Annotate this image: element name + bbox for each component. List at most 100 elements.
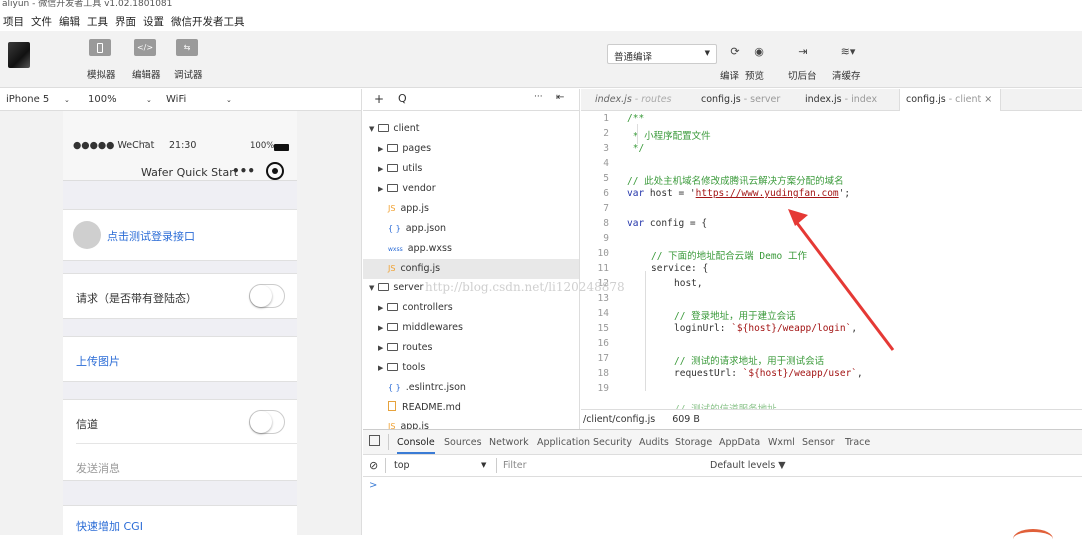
tab-sources[interactable]: Sources — [444, 437, 482, 448]
menu-view[interactable]: 界面 — [115, 14, 136, 29]
add-cgi-link[interactable]: 快速增加 CGI — [76, 518, 143, 534]
tab-security[interactable]: Security — [593, 437, 632, 448]
tree-folder-middlewares[interactable]: ▶ middlewares — [378, 318, 463, 338]
upload-image-link[interactable]: 上传图片 — [76, 353, 120, 369]
device-select[interactable]: iPhone 5 — [6, 94, 49, 105]
tree-file-app-wxss[interactable]: wxss app.wxss — [388, 239, 452, 259]
annotation-arrow — [788, 209, 895, 351]
compile-mode-select[interactable]: 普通编译 ▼ — [607, 44, 717, 64]
simulator-label: 模拟器 — [87, 70, 116, 81]
tree-folder-pages[interactable]: ▶ pages — [378, 139, 431, 159]
collapse-icon[interactable]: ⇤ — [556, 92, 564, 103]
console-output[interactable]: > — [363, 477, 1082, 535]
tree-folder-routes[interactable]: ▶ routes — [378, 338, 432, 358]
debugger-button[interactable]: ⇆ — [176, 39, 198, 56]
tree-file-app-json[interactable]: { } app.json — [388, 219, 446, 239]
network-select[interactable]: WiFi — [166, 94, 186, 105]
tab-application[interactable]: Application — [537, 437, 590, 448]
compile-label[interactable]: 编译 — [720, 68, 739, 82]
close-miniprogram-icon[interactable] — [266, 162, 284, 180]
folder-open-icon — [378, 124, 390, 132]
tree-label: tools — [402, 362, 426, 373]
js-file-icon: JS — [388, 422, 396, 429]
editor-button[interactable]: </> — [134, 39, 156, 56]
tree-folder-controllers[interactable]: ▶ controllers — [378, 298, 453, 318]
battery-text: 100% — [250, 141, 275, 151]
background-icon[interactable]: ⇥ — [795, 45, 811, 61]
caret-right-icon: ▶ — [378, 185, 384, 193]
tab-storage[interactable]: Storage — [675, 437, 712, 448]
tree-folder-utils[interactable]: ▶ utils — [378, 159, 422, 179]
background-label[interactable]: 切后台 — [788, 68, 817, 82]
tab-config-client[interactable]: config.js - client × — [899, 89, 1001, 112]
more-icon[interactable]: ••• — [232, 164, 255, 178]
tree-folder-server[interactable]: ▼ server — [369, 278, 423, 298]
clear-cache-label[interactable]: 清缓存 — [832, 68, 861, 82]
wxss-file-icon: wxss — [388, 246, 403, 253]
send-message-button[interactable]: 发送消息 — [76, 460, 120, 476]
refresh-icon[interactable]: ⟳ — [727, 45, 743, 61]
menu-wechat-devtools[interactable]: 微信开发者工具 — [171, 14, 245, 29]
menu-project[interactable]: 项目 — [3, 14, 24, 29]
request-toggle[interactable] — [249, 284, 285, 308]
search-icon[interactable]: Q — [398, 92, 407, 105]
layers-icon[interactable]: ≋▾ — [836, 45, 860, 61]
tab-wxml[interactable]: Wxml — [768, 437, 795, 448]
menu-tools[interactable]: 工具 — [87, 14, 108, 29]
more-icon[interactable]: ··· — [534, 92, 543, 102]
tab-trace[interactable]: Trace — [845, 437, 870, 448]
tab-config-server[interactable]: config.js - server — [695, 89, 786, 111]
context-select[interactable]: top — [394, 460, 410, 471]
js-file-icon: JS — [388, 204, 396, 213]
menu-file[interactable]: 文件 — [31, 14, 52, 29]
request-cell: 请求（是否带有登陆态） — [63, 273, 297, 319]
code-editor[interactable]: 1 2 3 4 5 6 7 8 9 10 11 12 13 14 15 16 1… — [581, 111, 1082, 409]
eye-icon[interactable]: ◉ — [751, 45, 767, 61]
console-prompt: > — [369, 480, 378, 491]
filter-input[interactable]: Filter — [503, 460, 527, 471]
tab-appdata[interactable]: AppData — [719, 437, 760, 448]
tree-folder-tools[interactable]: ▶ tools — [378, 358, 425, 378]
tab-index-routes[interactable]: index.js - routes — [589, 89, 678, 111]
phone-screen: ●●●●● WeChat ⌔ 21:30 100% Wafer Quick St… — [63, 111, 297, 535]
window-title: aliyun - 微信开发者工具 v1.02.1801081 — [2, 0, 173, 8]
tree-file-eslintrc[interactable]: { } .eslintrc.json — [388, 378, 466, 398]
tree-file-server-app-js[interactable]: JS app.js — [388, 417, 429, 429]
folder-icon — [387, 323, 399, 331]
tree-file-config-js[interactable]: JS config.js — [363, 259, 579, 279]
chevron-down-icon: ⌄ — [146, 95, 152, 104]
tunnel-toggle[interactable] — [249, 410, 285, 434]
login-cell[interactable]: 点击测试登录接口 — [63, 209, 297, 261]
caret-right-icon: ▶ — [378, 165, 384, 173]
menu-edit[interactable]: 编辑 — [59, 14, 80, 29]
add-file-icon[interactable]: + — [374, 92, 384, 106]
login-test-link[interactable]: 点击测试登录接口 — [107, 228, 195, 244]
tab-name: config.js — [701, 94, 741, 105]
tab-audits[interactable]: Audits — [639, 437, 669, 448]
tree-label: utils — [402, 163, 423, 174]
tree-label: client — [393, 123, 420, 134]
tab-network[interactable]: Network — [489, 437, 529, 448]
device-bar: iPhone 5 ⌄ 100% ⌄ WiFi ⌄ — [0, 89, 362, 111]
menu-settings[interactable]: 设置 — [143, 14, 164, 29]
tree-file-readme[interactable]: README.md — [388, 398, 461, 418]
clear-console-icon[interactable]: ⊘ — [369, 459, 378, 472]
cgi-cell[interactable]: 快速增加 CGI — [63, 505, 297, 535]
zoom-select[interactable]: 100% — [88, 94, 117, 105]
avatar — [73, 221, 101, 249]
simulator-button[interactable] — [89, 39, 111, 56]
tab-console[interactable]: Console — [397, 437, 435, 454]
nav-title: Wafer Quick Start — [141, 166, 239, 179]
upload-cell[interactable]: 上传图片 — [63, 336, 297, 382]
tab-index-index[interactable]: index.js - index — [799, 89, 883, 111]
tree-file-app-js[interactable]: JS app.js — [388, 199, 429, 219]
tab-sensor[interactable]: Sensor — [802, 437, 835, 448]
tree-folder-vendor[interactable]: ▶ vendor — [378, 179, 436, 199]
inspect-icon[interactable] — [369, 435, 380, 446]
log-levels-select[interactable]: Default levels ▼ — [710, 460, 786, 471]
tree-folder-client[interactable]: ▼ client — [369, 119, 419, 139]
file-tree-toolbar: + Q ··· ⇤ — [363, 89, 580, 111]
close-icon[interactable]: × — [984, 94, 992, 105]
avatar[interactable] — [8, 42, 30, 68]
preview-label[interactable]: 预览 — [745, 68, 764, 82]
